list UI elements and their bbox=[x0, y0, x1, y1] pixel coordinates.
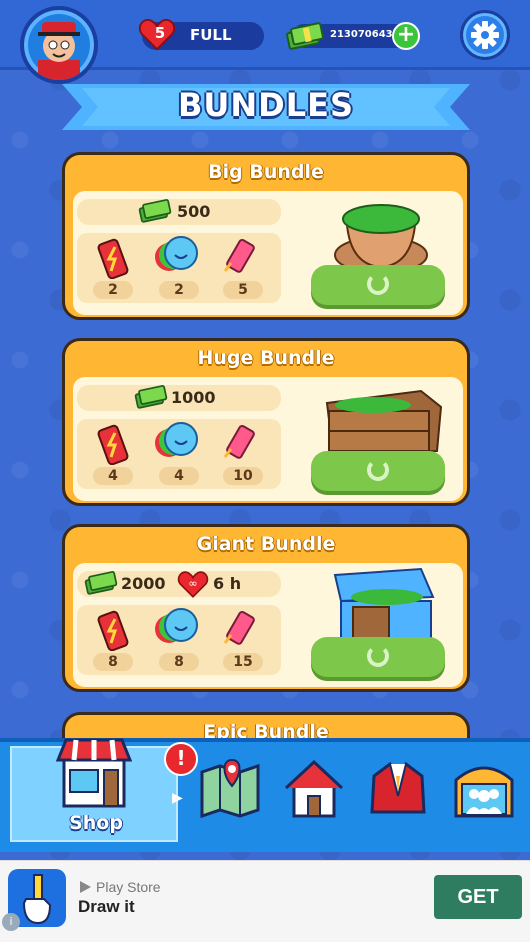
cash-reward-amount: 1000 bbox=[171, 388, 216, 407]
item-count-chat: 2 bbox=[159, 281, 199, 299]
page-banner: BUNDLES bbox=[62, 84, 470, 130]
svg-text:∞: ∞ bbox=[188, 577, 197, 590]
house-icon bbox=[284, 759, 344, 818]
item-count-chat: 4 bbox=[159, 467, 199, 485]
cash-stack-icon bbox=[134, 385, 168, 409]
infinite-lives-duration: 6 h bbox=[213, 574, 242, 593]
add-cash-button[interactable]: + bbox=[392, 22, 420, 50]
page-title: BUNDLES bbox=[177, 86, 354, 124]
items-box: 4 4 10 bbox=[77, 419, 281, 489]
play-store-icon bbox=[80, 881, 91, 893]
ad-store-label: Play Store bbox=[96, 879, 161, 895]
item-count-energy: 2 bbox=[93, 281, 133, 299]
chat-bubble-icon bbox=[155, 422, 198, 457]
bottom-nav: ! ▶ Shop bbox=[0, 738, 530, 852]
player-avatar[interactable] bbox=[20, 6, 98, 84]
ad-info-icon[interactable]: i bbox=[2, 913, 20, 931]
bundle-title: Big Bundle bbox=[208, 161, 324, 183]
suit-icon bbox=[370, 761, 426, 814]
nav-map[interactable] bbox=[198, 756, 262, 820]
bundle-content: 1000 4 4 10 bbox=[73, 377, 463, 501]
cash-stack-icon bbox=[286, 22, 324, 50]
bundle-title: Giant Bundle bbox=[196, 533, 336, 555]
cash-reward: 1000 bbox=[77, 385, 281, 411]
firework-rocket-icon bbox=[223, 610, 255, 645]
bundle-content: 2000 ∞ 6 h 8 8 15 bbox=[73, 563, 463, 687]
item-count-energy: 8 bbox=[93, 653, 133, 671]
reward-row: 2000 ∞ 6 h bbox=[77, 571, 281, 598]
nav-social[interactable] bbox=[452, 756, 516, 820]
people-icon bbox=[454, 766, 514, 818]
treasure-chest-icon bbox=[333, 567, 435, 644]
items-box: 2 2 5 bbox=[77, 233, 281, 303]
bundle-card-giant: Giant Bundle 2000 ∞ 6 h 8 8 15 bbox=[62, 524, 470, 692]
ad-get-button[interactable]: GET bbox=[434, 875, 522, 919]
alert-badge: ! bbox=[164, 742, 198, 776]
items-box: 8 8 15 bbox=[77, 605, 281, 675]
nav-home[interactable] bbox=[282, 756, 346, 820]
cash-stack-icon bbox=[84, 571, 118, 595]
chat-bubble-icon bbox=[155, 608, 198, 643]
energy-drink-icon bbox=[97, 610, 129, 651]
arrow-right-icon: ▶ bbox=[172, 790, 183, 806]
cash-reward-amount: 2000 bbox=[121, 574, 166, 593]
item-count-rocket: 15 bbox=[223, 653, 263, 671]
wooden-crate-icon bbox=[325, 389, 443, 455]
buy-button[interactable] bbox=[311, 265, 445, 305]
map-icon bbox=[200, 758, 260, 819]
item-count-energy: 4 bbox=[93, 467, 133, 485]
ad-banner[interactable]: Play Store Draw it GET i bbox=[0, 860, 530, 942]
infinite-lives-heart-icon: ∞ bbox=[177, 571, 209, 598]
bundle-card-huge: Huge Bundle 1000 4 4 10 bbox=[62, 338, 470, 506]
money-sack-icon bbox=[334, 204, 428, 273]
firework-rocket-icon bbox=[223, 238, 255, 273]
firework-rocket-icon bbox=[223, 424, 255, 459]
lives-count: 5 bbox=[154, 24, 166, 42]
item-count-chat: 8 bbox=[159, 653, 199, 671]
avatar-icon bbox=[38, 22, 80, 80]
cash-reward: 500 bbox=[77, 199, 281, 225]
energy-drink-icon bbox=[97, 238, 129, 279]
buy-button[interactable] bbox=[311, 637, 445, 677]
buy-button[interactable] bbox=[311, 451, 445, 491]
settings-button[interactable] bbox=[460, 10, 510, 60]
bundle-card-big: Big Bundle 500 2 2 5 bbox=[62, 152, 470, 320]
cash-reward-amount: 500 bbox=[177, 202, 211, 221]
nav-wardrobe[interactable] bbox=[366, 756, 430, 820]
loading-spinner-icon bbox=[367, 645, 389, 667]
bundle-title: Huge Bundle bbox=[197, 347, 335, 369]
lives-counter[interactable]: 5 FULL bbox=[138, 18, 264, 51]
top-bar: 5 FULL 2130706432 + bbox=[0, 0, 530, 84]
gear-icon bbox=[471, 21, 499, 49]
bundle-content: 500 2 2 5 bbox=[73, 191, 463, 315]
loading-spinner-icon bbox=[367, 459, 389, 481]
cash-stack-icon bbox=[138, 199, 172, 223]
item-count-rocket: 5 bbox=[223, 281, 263, 299]
loading-spinner-icon bbox=[367, 273, 389, 295]
nav-shop-label: Shop bbox=[69, 812, 123, 834]
chat-bubble-icon bbox=[155, 236, 198, 271]
lives-status: FULL bbox=[190, 26, 232, 44]
ad-app-name: Draw it bbox=[78, 897, 135, 916]
shop-icon bbox=[56, 738, 132, 808]
energy-drink-icon bbox=[97, 424, 129, 465]
item-count-rocket: 10 bbox=[223, 467, 263, 485]
cash-amount: 2130706432 bbox=[330, 29, 400, 40]
nav-shop[interactable]: ! ▶ Shop bbox=[10, 738, 198, 842]
